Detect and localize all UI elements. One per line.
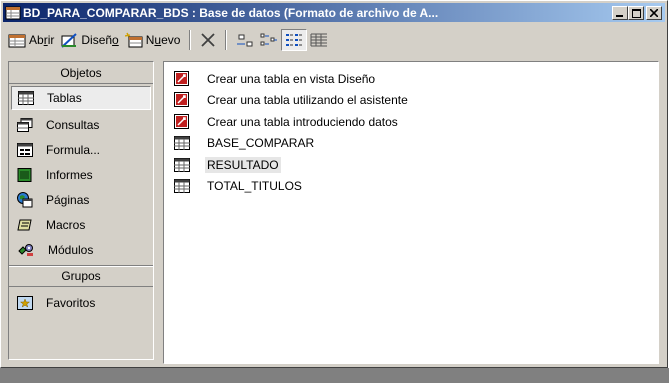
list-item-label: Crear una tabla utilizando el asistente	[207, 93, 408, 108]
large-icons-button[interactable]	[233, 29, 257, 51]
design-icon	[60, 32, 78, 48]
favorites-icon	[17, 295, 33, 310]
list-item-table-total-titulos[interactable]: TOTAL_TITULOS	[164, 176, 658, 198]
table-icon	[174, 179, 190, 194]
small-icons-button[interactable]	[257, 29, 281, 51]
restore-icon	[631, 8, 641, 18]
list-item-label: Crear una tabla introduciendo datos	[207, 114, 398, 129]
form-icon	[17, 142, 33, 157]
object-item-label: Formula...	[46, 142, 101, 157]
close-icon	[650, 9, 658, 17]
list-item-label: Crear una tabla en vista Diseño	[207, 71, 376, 86]
status-bar	[0, 368, 669, 383]
database-icon	[5, 6, 21, 20]
groups-header[interactable]: Grupos	[9, 265, 153, 287]
object-item-pages[interactable]: Páginas	[9, 187, 153, 212]
list-item-label: RESULTADO	[205, 156, 281, 173]
object-item-label: Módulos	[48, 242, 94, 257]
objects-panel: Objetos Tablas Consultas Formula... Info…	[8, 61, 154, 360]
module-icon	[17, 243, 35, 257]
list-item-label: TOTAL_TITULOS	[207, 179, 302, 194]
list-item-table-resultado[interactable]: RESULTADO	[164, 154, 658, 176]
object-item-tables[interactable]: Tablas	[11, 86, 151, 110]
window-title: BD_PARA_COMPARAR_BDS : Base de datos (Fo…	[23, 5, 439, 20]
toolbar-separator	[225, 30, 228, 50]
object-item-reports[interactable]: Informes	[9, 162, 153, 187]
toolbar-separator	[189, 30, 192, 50]
query-icon	[17, 117, 33, 132]
macro-icon	[17, 218, 33, 232]
object-item-label: Informes	[46, 167, 93, 182]
list-view-icon	[285, 32, 303, 48]
open-button[interactable]: Abrir	[5, 29, 57, 51]
page-icon	[17, 191, 33, 208]
wizard-shortcut-icon	[174, 70, 190, 87]
wizard-shortcut-icon	[174, 92, 190, 108]
delete-button[interactable]	[197, 29, 219, 51]
objects-header[interactable]: Objetos	[9, 62, 153, 84]
new-button[interactable]: Nuevo	[122, 29, 184, 51]
list-item-create-wizard[interactable]: Crear una tabla utilizando el asistente	[164, 90, 658, 112]
design-label: Diseño	[81, 33, 119, 47]
table-icon	[18, 91, 34, 105]
open-icon	[8, 32, 26, 48]
object-item-label: Consultas	[46, 117, 100, 132]
object-item-queries[interactable]: Consultas	[9, 112, 153, 137]
objects-list: Crear una tabla en vista Diseño Crear un…	[163, 61, 659, 364]
object-item-label: Macros	[46, 217, 86, 232]
wizard-shortcut-icon	[174, 113, 190, 130]
design-button[interactable]: Diseño	[57, 29, 121, 51]
object-item-forms[interactable]: Formula...	[9, 137, 153, 162]
details-view-button[interactable]	[307, 29, 331, 51]
object-item-label: Páginas	[46, 192, 90, 207]
object-item-modules[interactable]: Módulos	[9, 237, 153, 262]
group-item-label: Favoritos	[46, 295, 96, 310]
large-icons-icon	[236, 32, 254, 48]
report-icon	[17, 167, 33, 182]
minimize-icon	[616, 9, 624, 17]
list-item-create-data-entry[interactable]: Crear una tabla introduciendo datos	[164, 111, 658, 133]
open-label: Abrir	[29, 33, 55, 47]
close-button[interactable]	[646, 6, 662, 20]
details-view-icon	[310, 32, 328, 48]
restore-button[interactable]	[628, 6, 644, 20]
new-icon	[124, 32, 143, 48]
table-icon	[174, 157, 190, 172]
list-item-label: BASE_COMPARAR	[207, 136, 315, 151]
list-item-table-base-comparar[interactable]: BASE_COMPARAR	[164, 133, 658, 155]
toolbar: Abrir Diseño Nuevo	[5, 27, 665, 53]
title-bar[interactable]: BD_PARA_COMPARAR_BDS : Base de datos (Fo…	[3, 3, 665, 22]
new-label: Nuevo	[145, 33, 181, 47]
object-item-macros[interactable]: Macros	[9, 212, 153, 237]
database-window: BD_PARA_COMPARAR_BDS : Base de datos (Fo…	[0, 0, 668, 368]
group-item-favorites[interactable]: Favoritos	[9, 290, 153, 315]
table-icon	[174, 136, 190, 151]
small-icons-icon	[260, 32, 278, 48]
object-item-label: Tablas	[47, 91, 82, 105]
delete-icon	[200, 32, 216, 48]
list-view-button[interactable]	[281, 29, 308, 51]
minimize-button[interactable]	[612, 6, 628, 20]
list-item-create-design[interactable]: Crear una tabla en vista Diseño	[164, 68, 658, 90]
